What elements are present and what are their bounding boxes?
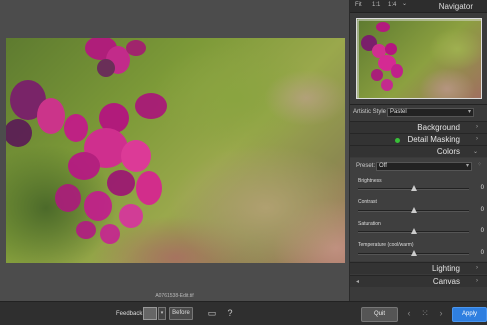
chevron-right-icon: › — [476, 265, 478, 271]
temperature-label: Temperature (cool/warm) — [358, 242, 414, 248]
section-lighting[interactable]: Lighting › — [350, 262, 487, 274]
brightness-label: Brightness — [358, 178, 382, 184]
section-detail-masking-label: Detail Masking — [407, 135, 460, 144]
chevron-down-icon[interactable]: ▾ — [158, 307, 166, 320]
before-button[interactable]: Before — [169, 307, 193, 320]
temperature-slider[interactable] — [358, 250, 469, 256]
preset-options-icon[interactable]: ⁘ — [477, 161, 482, 168]
navigator-thumbnail[interactable] — [356, 18, 482, 99]
adjustments-panel: Fit 1:1 1:4 ⌄ Navigator Artistic Style P… — [349, 0, 487, 301]
preset-value: Off — [379, 163, 387, 169]
temperature-value: 0 — [480, 250, 484, 256]
image-compare-icon[interactable]: ▭ — [206, 307, 218, 319]
grid-icon[interactable]: ⁙ — [419, 307, 431, 319]
saturation-label: Saturation — [358, 221, 381, 227]
help-icon[interactable]: ? — [224, 307, 236, 319]
temperature-slider-handle[interactable] — [410, 250, 417, 256]
artistic-style-select[interactable]: Pastel ▾ — [387, 108, 474, 117]
preview-image[interactable] — [6, 38, 345, 263]
preset-select[interactable]: Off ▾ — [376, 162, 472, 171]
chevron-right-icon: › — [476, 136, 478, 142]
brightness-slider[interactable] — [358, 185, 469, 191]
arrow-right-icon[interactable]: › — [435, 307, 447, 319]
image-filename: A0761538-Edit.tif — [155, 293, 194, 299]
zoom-fit[interactable]: Fit — [355, 2, 362, 8]
quit-button[interactable]: Quit — [361, 307, 398, 322]
apply-button[interactable]: Apply — [452, 307, 487, 322]
artistic-style-row: Artistic Style Pastel ▾ — [350, 106, 487, 118]
contrast-slider[interactable] — [358, 207, 469, 213]
chevron-right-icon: › — [476, 124, 478, 130]
chevron-down-icon: ▾ — [467, 109, 471, 115]
chevron-down-icon: ⌄ — [472, 149, 478, 155]
contrast-value: 0 — [480, 207, 484, 213]
feedback-color-swatch[interactable] — [143, 307, 157, 320]
section-detail-masking[interactable]: Detail Masking › — [350, 133, 487, 145]
eye-icon[interactable]: ◂ — [356, 278, 359, 285]
contrast-label: Contrast — [358, 199, 377, 205]
brightness-value: 0 — [480, 185, 484, 191]
section-background-label: Background — [417, 123, 460, 132]
section-canvas-label: Canvas — [432, 277, 460, 286]
section-lighting-label: Lighting — [431, 264, 460, 273]
section-canvas[interactable]: ◂ Canvas › — [350, 275, 487, 287]
colors-controls: Preset: Off ▾ ⁘ Brightness 0 Contrast 0 … — [350, 158, 487, 261]
section-background[interactable]: Background › — [350, 121, 487, 133]
active-indicator-icon — [395, 138, 400, 143]
artistic-style-value: Pastel — [390, 109, 407, 115]
artistic-style-label: Artistic Style — [353, 109, 387, 115]
zoom-1-4[interactable]: 1:4 — [388, 2, 396, 8]
brightness-slider-handle[interactable] — [410, 185, 417, 191]
section-colors-label: Colors — [436, 147, 460, 156]
navigator-header: Fit 1:1 1:4 ⌄ Navigator — [350, 0, 487, 13]
contrast-slider-handle[interactable] — [410, 207, 417, 213]
chevron-down-icon: ▾ — [465, 163, 469, 169]
arrow-left-icon[interactable]: ‹ — [403, 307, 415, 319]
navigator-title: Navigator — [438, 2, 473, 11]
chevron-right-icon: › — [476, 278, 478, 284]
section-colors[interactable]: Colors ⌄ — [350, 145, 487, 157]
saturation-slider-handle[interactable] — [410, 228, 417, 234]
chevron-down-icon[interactable]: ⌄ — [402, 0, 407, 7]
preset-label: Preset: — [356, 163, 376, 169]
saturation-slider[interactable] — [358, 228, 469, 234]
feedback-label: Feedback — [116, 311, 143, 317]
image-canvas-area: A0761538-Edit.tif — [0, 0, 349, 301]
bottom-toolbar: Feedback ▾ Before ▭ ? Quit ‹ ⁙ › Apply — [0, 301, 487, 325]
saturation-value: 0 — [480, 228, 484, 234]
zoom-1-1[interactable]: 1:1 — [372, 2, 380, 8]
divider — [350, 104, 487, 105]
